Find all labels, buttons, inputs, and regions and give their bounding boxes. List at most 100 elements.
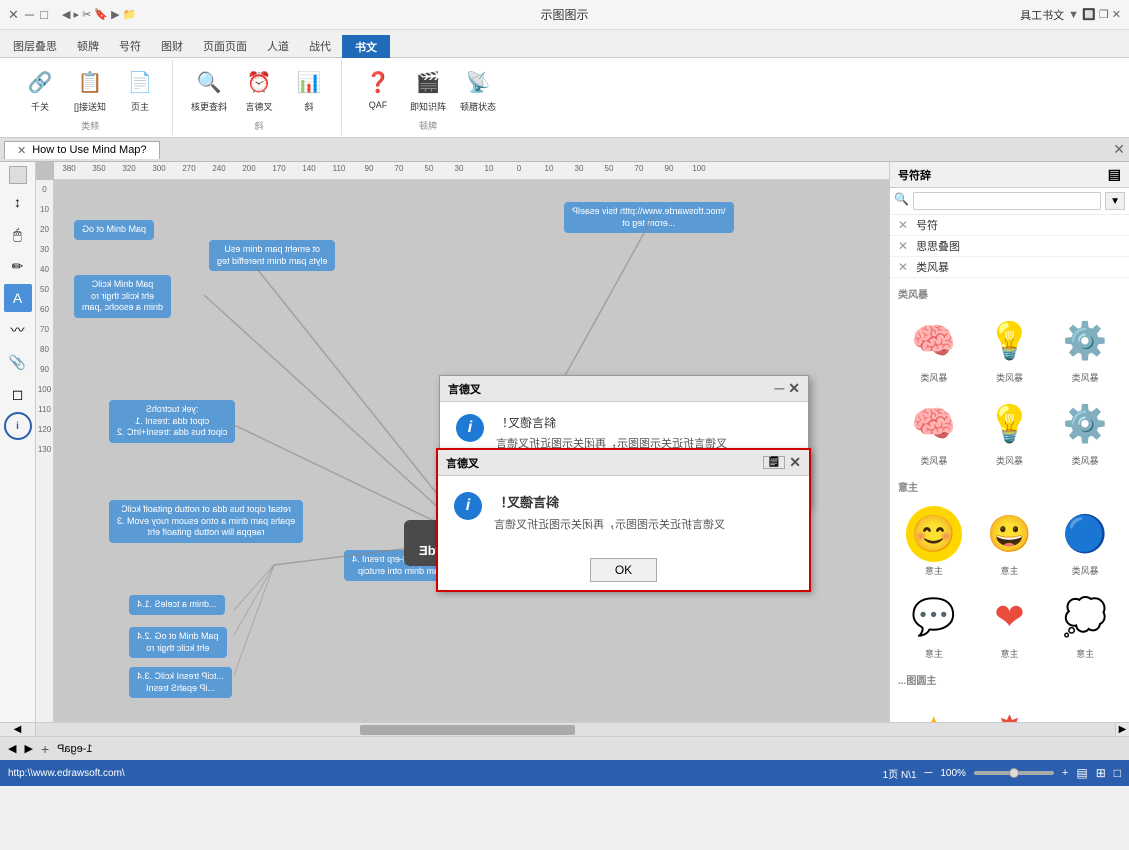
clipart-gear-1[interactable]: ⚙️ 类风暴 bbox=[1049, 309, 1121, 388]
dialog-front-title: 言德叉 bbox=[446, 455, 479, 471]
tab-pause[interactable]: 顿牌 bbox=[68, 34, 108, 57]
clipart-star-burst[interactable]: ✦ ...图圆主 bbox=[898, 695, 970, 722]
node-visiturl[interactable]: Please visit http:\\www.edrawsoft.com\to… bbox=[564, 202, 734, 233]
row-brainstorm-close[interactable]: ✕ bbox=[898, 260, 908, 274]
tab-symbol[interactable]: 号符 bbox=[110, 34, 150, 57]
status-bar: http:\\www.edrawsoft.com\ 1页 N\1 ─ 100% … bbox=[0, 760, 1129, 786]
dialog-front-titlebar: 言德叉 🗒 ✕ bbox=[438, 450, 809, 476]
zoom-out-btn[interactable]: ─ bbox=[925, 767, 933, 779]
dialog-front-ok[interactable]: OK bbox=[590, 558, 657, 582]
scrollbar-right-btn[interactable]: ▶ bbox=[1115, 723, 1129, 736]
search-icon: 🔍 bbox=[894, 192, 909, 210]
panel-options-icon[interactable]: ▤ bbox=[1108, 166, 1121, 183]
panel-row-symbol[interactable]: ✕ 号符 bbox=[890, 215, 1129, 236]
view-grid-btn[interactable]: ⊞ bbox=[1096, 766, 1106, 780]
clipart-bulb-2[interactable]: 💡 类风暴 bbox=[974, 392, 1046, 471]
page-nav-right[interactable]: ▶ bbox=[24, 742, 32, 755]
node-floatbtn[interactable]: Click floating button to add sub topic f… bbox=[109, 500, 303, 543]
mindmap-canvas[interactable]: Go to Mind Map Click Mind Mapor right cl… bbox=[54, 180, 889, 722]
dialog-bg-close[interactable]: ✕ bbox=[788, 380, 800, 397]
sidebar-shape[interactable]: ◻ bbox=[4, 380, 32, 408]
btn-checkupdate[interactable]: 🔍 核更查斜 bbox=[185, 64, 233, 115]
scrollbar-left-btn[interactable]: ◀ bbox=[0, 723, 36, 736]
search-input[interactable] bbox=[913, 192, 1101, 210]
search-options-btn[interactable]: ▼ bbox=[1105, 192, 1125, 210]
clipart-happy[interactable]: 😊 意主 bbox=[898, 502, 970, 581]
ribbon-group-pause2: ❓ QAF 🎬 即知识阵 📡 顿腊状态 顿牌 bbox=[346, 60, 510, 135]
zoom-slider[interactable] bbox=[974, 771, 1054, 775]
sidebar-clip[interactable]: 📎 bbox=[4, 348, 32, 376]
tab-page[interactable]: 页面页面 bbox=[194, 34, 256, 57]
clipart-burst-2[interactable]: ✸ ...图圆蹄 bbox=[974, 695, 1046, 722]
tab-layerthought[interactable]: 图层叠思 bbox=[4, 34, 66, 57]
view-normal-btn[interactable]: ▤ bbox=[1076, 766, 1087, 780]
clipart-gear-2[interactable]: ⚙️ 类风暴 bbox=[1049, 392, 1121, 471]
sidebar-select[interactable]: 🖱 bbox=[4, 220, 32, 248]
clipart-cloud-label: 意主 bbox=[1076, 647, 1094, 660]
tab-person[interactable]: 人道 bbox=[258, 34, 298, 57]
btn-state[interactable]: 📡 顿腊状态 bbox=[454, 64, 502, 115]
clipart-section: 类风暴 🧠 类风暴 💡 类风暴 ⚙️ 类风暴 🧠 类风暴 bbox=[890, 278, 1129, 722]
dialog-foreground: 言德叉 🗒 ✕ i ！叉德言斜 bbox=[436, 448, 811, 592]
btn-jizhi[interactable]: 🎬 即知识阵 bbox=[404, 64, 452, 115]
node-4-3[interactable]: 4.3. Click Insert Pict...Insert Shape Pi… bbox=[129, 667, 232, 698]
sidebar-text[interactable]: A bbox=[4, 284, 32, 312]
doc-tab-close-x[interactable]: ✕ bbox=[17, 144, 26, 157]
min-btn[interactable]: ─ bbox=[25, 7, 34, 22]
scroll-corner[interactable] bbox=[9, 166, 27, 184]
btn-qianguan[interactable]: 🔗 千关 bbox=[16, 64, 64, 115]
tab-finance[interactable]: 图财 bbox=[152, 34, 192, 57]
clipart-brain-2[interactable]: 🧠 类风暴 bbox=[898, 392, 970, 471]
node-gotomindmap[interactable]: Go to Mind Map bbox=[74, 220, 154, 240]
panel-row-mindmap[interactable]: ✕ 思思叠图 bbox=[890, 236, 1129, 257]
clipart-bulb-1[interactable]: 💡 类风暴 bbox=[974, 309, 1046, 388]
node-usetheme[interactable]: Use mind map theme toget different mind … bbox=[209, 240, 335, 271]
ribbon-group-update: 🔍 核更查斜 ⏰ 言德叉 📊 斜 斜 bbox=[177, 60, 342, 135]
sidebar-edit[interactable]: ✏ bbox=[4, 252, 32, 280]
clipart-bubble[interactable]: 💬 意主 bbox=[898, 585, 970, 664]
page-nav-left[interactable]: ◀ bbox=[8, 742, 16, 755]
dialog-front-close[interactable]: ✕ bbox=[789, 454, 801, 471]
btn-xie[interactable]: 📊 斜 bbox=[285, 64, 333, 115]
clipart-brain-1[interactable]: 🧠 类风暴 bbox=[898, 309, 970, 388]
clipart-bulb-2-label: 类风暴 bbox=[996, 454, 1023, 467]
node-shortcut[interactable]: Shortcut key:1. Insert: add topic2. Ctrl… bbox=[109, 400, 235, 443]
btn-qaf[interactable]: ❓ QAF bbox=[354, 64, 402, 112]
sidebar-connect[interactable]: 〰 bbox=[4, 316, 32, 344]
clipart-smiley[interactable]: 😀 意主 bbox=[974, 502, 1046, 581]
zoom-in-btn[interactable]: + bbox=[1062, 767, 1068, 779]
row-symbol-close[interactable]: ✕ bbox=[898, 218, 908, 232]
btn-yezhu[interactable]: 📄 页主 bbox=[116, 64, 164, 115]
clipart-rect-blue[interactable]: ▬ ...图圆主 bbox=[1049, 695, 1121, 722]
node-4-1[interactable]: 4.1. Select a mind... bbox=[129, 595, 225, 615]
sidebar-info[interactable]: i bbox=[4, 412, 32, 440]
doc-tab-active[interactable]: ✕ How to Use Mind Map? bbox=[4, 141, 160, 159]
clipart-blue-circle[interactable]: 🔵 类风暴 bbox=[1049, 502, 1121, 581]
clipart-cloud[interactable]: 💭 意主 bbox=[1049, 585, 1121, 664]
panel-close-btn[interactable]: ✕ bbox=[1113, 141, 1125, 158]
tab-gen[interactable]: 战代 bbox=[300, 34, 340, 57]
panel-row-brainstorm[interactable]: ✕ 类风暴 bbox=[890, 257, 1129, 278]
dialog-bg-title: 言德叉 bbox=[448, 381, 481, 397]
row-mindmap-close[interactable]: ✕ bbox=[898, 239, 908, 253]
close-btn[interactable]: ✕ bbox=[8, 7, 19, 23]
view-full-btn[interactable]: □ bbox=[1114, 766, 1121, 780]
h-scrollbar-track[interactable] bbox=[36, 723, 1115, 736]
node-4-2[interactable]: 4.2. Go to Mind Mapor right click the bbox=[129, 627, 227, 658]
clipart-heart[interactable]: ❤ 意主 bbox=[974, 585, 1046, 664]
info-icon: i bbox=[456, 414, 484, 442]
h-scrollbar-thumb[interactable] bbox=[360, 725, 576, 735]
max-btn[interactable]: □ bbox=[40, 7, 48, 22]
canvas-area: 380 350 320 300 270 240 200 170 140 110 … bbox=[36, 162, 889, 722]
page-nav-bar: ◀ ▶ + Page-1 bbox=[0, 736, 1129, 760]
tab-booktext[interactable]: 书文 bbox=[342, 35, 390, 58]
sidebar-arrow[interactable]: ↕ bbox=[4, 188, 32, 216]
btn-jiesongzhi[interactable]: 📋 []接送知 bbox=[66, 64, 114, 115]
dialog-bg-minimize[interactable]: ─ bbox=[774, 380, 784, 397]
dialog-front-icon[interactable]: 🗒 bbox=[763, 456, 786, 469]
page-add-btn[interactable]: + bbox=[41, 741, 49, 757]
doc-tab-bar: ✕ How to Use Mind Map? ✕ bbox=[0, 138, 1129, 162]
node-clickmindmap[interactable]: Click Mind Mapor right click themap, cho… bbox=[74, 275, 171, 318]
clipart-blue-circle-label: 类风暴 bbox=[1072, 564, 1099, 577]
btn-yande[interactable]: ⏰ 言德叉 bbox=[235, 64, 283, 115]
